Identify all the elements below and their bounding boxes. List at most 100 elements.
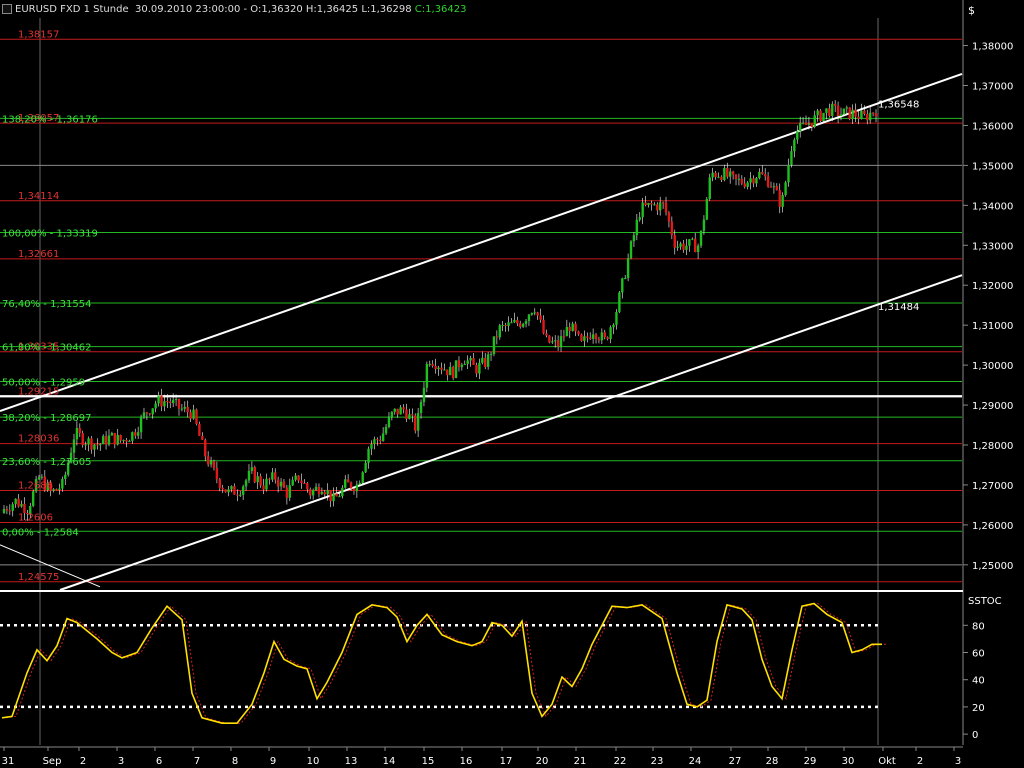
chart-canvas: 1,381571,360571,341141,326611,303351,292… (0, 0, 1024, 768)
candle-body (303, 483, 306, 485)
candle-body (644, 202, 647, 206)
candle-body (405, 409, 408, 419)
candle-body (796, 131, 799, 140)
candle-body (370, 444, 373, 449)
candle-body (822, 112, 825, 122)
candle-body (577, 331, 580, 335)
candle-body (658, 202, 662, 211)
candle-body (600, 332, 604, 341)
candle-body (414, 415, 417, 431)
candle-body (667, 212, 671, 222)
candle-body (629, 241, 633, 259)
candle-body (583, 336, 586, 341)
candle-body (726, 167, 729, 177)
candle-body (612, 324, 615, 328)
candle-body (367, 448, 370, 463)
candle-body (402, 407, 405, 410)
candle-body (772, 186, 776, 188)
y-tick-label: 1,27000 (972, 481, 1013, 492)
x-tick-label: 13 (345, 756, 358, 767)
candle-body (763, 174, 767, 177)
candle-body (446, 369, 449, 376)
candle-body (656, 204, 659, 211)
candle-body (688, 239, 691, 246)
stoch-tick-label: 40 (972, 676, 985, 687)
y-tick-label: 1,34000 (972, 201, 1013, 212)
candle-body (344, 479, 347, 488)
candle-body (790, 151, 793, 166)
x-tick-label: 10 (307, 756, 320, 767)
candle-body (110, 433, 114, 436)
x-tick-label: 9 (270, 756, 276, 767)
candle-body (332, 493, 335, 502)
chart-header: EURUSD FXD 1 Stunde 30.09.2010 23:00:00 … (2, 2, 467, 16)
candle-body (705, 199, 709, 220)
candle-body (618, 292, 621, 313)
candle-body (268, 478, 271, 480)
candle-body (148, 413, 152, 415)
candle-body (737, 178, 741, 180)
candle-body (169, 401, 172, 404)
candle-body (55, 489, 58, 491)
y-tick-label: 1,33000 (972, 241, 1013, 252)
y-tick-label: 1,26000 (972, 521, 1013, 532)
candle-body (492, 336, 496, 355)
candle-body (174, 399, 178, 401)
candle-body (457, 360, 461, 368)
candle-body (31, 491, 35, 506)
candle-body (122, 439, 125, 441)
candle-body (871, 112, 875, 114)
candle-body (449, 366, 452, 376)
fib-level-label: 50,00% - 1,2959 (2, 377, 85, 388)
candle-body (530, 312, 534, 315)
candle-body (338, 496, 341, 498)
x-tick-label: 21 (574, 756, 587, 767)
candle-body (801, 122, 805, 124)
candle-body (384, 426, 388, 434)
candle-body (836, 105, 840, 117)
candle-body (437, 367, 440, 370)
candle-body (521, 323, 525, 327)
candle-body (274, 472, 277, 480)
candle-body (186, 406, 189, 413)
stoch-tick-label: 80 (972, 621, 985, 632)
candle-body (58, 488, 61, 490)
candle-body (247, 470, 251, 481)
candle-body (20, 503, 23, 507)
candle-body (323, 492, 327, 495)
candle-body (376, 439, 379, 441)
candle-body (635, 219, 639, 236)
candle-body (568, 326, 571, 332)
x-tick-label: 20 (536, 756, 549, 767)
x-tick-label: 2 (917, 756, 923, 767)
candle-body (451, 366, 455, 379)
candle-body (99, 444, 102, 446)
x-tick-label: 31 (2, 756, 15, 767)
candle-body (341, 487, 344, 497)
candle-body (40, 476, 44, 478)
candle-body (588, 337, 592, 339)
candle-body (766, 176, 770, 187)
candle-body (626, 258, 630, 279)
candle-body (828, 108, 831, 116)
candle-body (501, 325, 504, 327)
candle-body (749, 178, 752, 183)
fib-level-label: 0,00% - 1,2584 (2, 527, 79, 538)
candle-body (527, 314, 531, 322)
x-tick-label: Okt (878, 756, 896, 767)
candle-body (139, 417, 143, 433)
candle-body (206, 456, 210, 465)
candle-body (542, 319, 545, 334)
candle-body (373, 439, 376, 445)
candle-body (866, 113, 869, 121)
candle-body (166, 401, 169, 403)
candle-body (113, 433, 117, 445)
x-tick-label: 22 (614, 756, 627, 767)
candle-body (75, 427, 79, 440)
sr-level-label: 1,24575 (18, 572, 59, 583)
candle-body (262, 485, 265, 490)
candle-body (740, 178, 744, 184)
x-tick-label: 2 (80, 756, 86, 767)
candle-body (14, 498, 17, 505)
candle-body (571, 323, 574, 332)
